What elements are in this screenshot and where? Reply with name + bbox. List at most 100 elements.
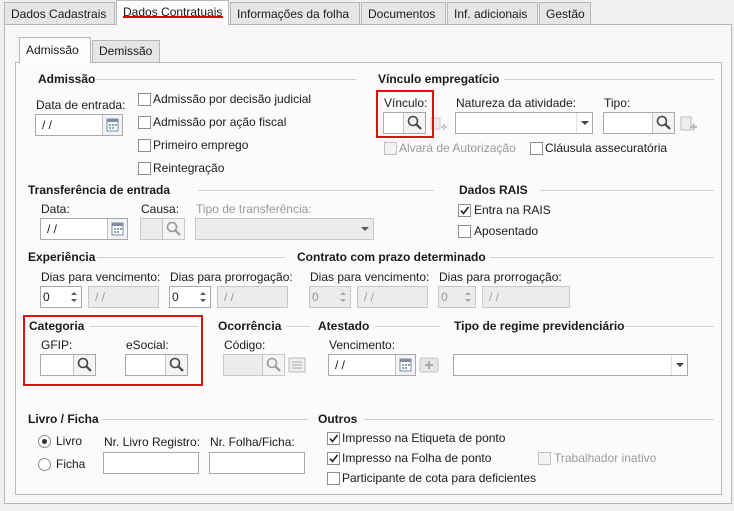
chevron-down-icon[interactable] [357, 219, 373, 239]
calendar-icon[interactable] [395, 355, 415, 375]
tipo-transferencia-label: Tipo de transferência: [196, 202, 312, 216]
vencimento-field[interactable]: / / [328, 354, 416, 376]
add-atestado-icon [419, 356, 439, 374]
tab-label: Dados Cadastrais [11, 7, 107, 21]
divider [198, 190, 434, 191]
impresso-folha-checkbox[interactable] [327, 452, 340, 465]
tipo-transferencia-select[interactable] [195, 218, 374, 240]
highlight-box-categoria [23, 315, 203, 386]
reintegracao-checkbox[interactable] [138, 162, 151, 175]
divider [96, 79, 356, 80]
exp-dias-vencimento-label: Dias para vencimento: [41, 270, 161, 284]
codigo-field[interactable] [223, 354, 285, 376]
alvara-checkbox[interactable] [384, 142, 397, 155]
divider [540, 190, 714, 191]
decisao-judicial-label: Admissão por decisão judicial [153, 92, 312, 106]
section-admissao-title: Admissão [38, 72, 96, 86]
vencimento-value: / / [335, 358, 346, 372]
nr-livro-field[interactable] [103, 452, 199, 474]
contrato-dias-vencimento-label: Dias para vencimento: [310, 270, 430, 284]
search-icon[interactable] [652, 113, 674, 133]
tab-label: Informações da folha [237, 7, 350, 21]
aposentado-label: Aposentado [474, 224, 539, 238]
causa-field[interactable] [140, 218, 185, 240]
ficha-label: Ficha [56, 457, 86, 471]
calendar-icon[interactable] [107, 219, 127, 239]
tipo-field[interactable] [603, 112, 675, 134]
subtab-demissao[interactable]: Demissão [92, 40, 160, 62]
exp-dias-prorrogacao-stepper[interactable]: 0 [169, 286, 211, 308]
contrato-dias-vencimento-stepper[interactable]: 0 [309, 286, 351, 308]
tab-dados-cadastrais[interactable]: Dados Cadastrais [4, 2, 115, 24]
impresso-etiqueta-checkbox[interactable] [327, 432, 340, 445]
tipo-label: Tipo: [604, 96, 631, 110]
trabalhador-inativo-checkbox[interactable] [538, 452, 551, 465]
reintegracao-label: Reintegração [153, 161, 225, 175]
contrato-vencimento-date-value: / / [364, 290, 375, 304]
section-rais-title: Dados RAIS [459, 183, 528, 197]
data-entrada-label: Data de entrada: [36, 98, 126, 112]
divider [375, 326, 440, 327]
section-outros-title: Outros [318, 412, 358, 426]
transferencia-data-value: / / [47, 222, 58, 236]
decisao-judicial-checkbox[interactable] [138, 93, 151, 106]
exp-vencimento-date-value: / / [95, 290, 106, 304]
divider [504, 79, 714, 80]
divider [286, 326, 310, 327]
contrato-dias-prorrogacao-value: 0 [441, 290, 448, 304]
spin-icon[interactable] [461, 287, 475, 307]
ficha-radio[interactable] [38, 458, 51, 471]
section-experiencia-title: Experiência [28, 250, 96, 264]
tab-label: Gestão [546, 7, 585, 21]
tab-inf-adicionais[interactable]: Inf. adicionais [447, 2, 538, 24]
livro-radio[interactable] [38, 435, 51, 448]
primeiro-emprego-checkbox[interactable] [138, 139, 151, 152]
exp-vencimento-date: / / [88, 286, 159, 308]
divider [624, 326, 714, 327]
contrato-prorrogacao-date-value: / / [489, 290, 500, 304]
chevron-down-icon[interactable] [576, 113, 592, 133]
search-icon[interactable] [162, 219, 184, 239]
contrato-dias-prorrogacao-stepper[interactable]: 0 [438, 286, 476, 308]
clausula-label: Cláusula assecuratória [545, 141, 668, 155]
section-contrato-title: Contrato com prazo determinado [297, 250, 486, 264]
regime-select[interactable] [453, 354, 688, 376]
participante-cota-checkbox[interactable] [327, 472, 340, 485]
primeiro-emprego-label: Primeiro emprego [153, 138, 249, 152]
acao-fiscal-checkbox[interactable] [138, 116, 151, 129]
exp-dias-vencimento-stepper[interactable]: 0 [40, 286, 82, 308]
divider [102, 419, 308, 420]
highlight-box-vinculo [376, 90, 434, 138]
tab-dados-contratuais[interactable]: Dados Contratuais [116, 0, 229, 25]
tab-informacoes-folha[interactable]: Informações da folha [230, 2, 360, 24]
calendar-icon[interactable] [102, 115, 122, 135]
chevron-down-icon[interactable] [671, 355, 687, 375]
aposentado-checkbox[interactable] [458, 225, 471, 238]
nr-folha-field[interactable] [209, 452, 305, 474]
tab-documentos[interactable]: Documentos [361, 2, 446, 24]
divider [97, 257, 285, 258]
spin-icon[interactable] [196, 287, 210, 307]
transferencia-data-field[interactable]: / / [40, 218, 128, 240]
entra-rais-checkbox[interactable] [458, 204, 471, 217]
codigo-label: Código: [224, 338, 266, 352]
entra-rais-label: Entra na RAIS [474, 203, 551, 217]
search-icon[interactable] [262, 355, 284, 375]
causa-label: Causa: [141, 202, 180, 216]
section-livro-title: Livro / Ficha [28, 412, 99, 426]
spin-icon[interactable] [67, 287, 81, 307]
acao-fiscal-label: Admissão por ação fiscal [153, 115, 287, 129]
impresso-folha-label: Impresso na Folha de ponto [342, 451, 492, 465]
contrato-dias-vencimento-value: 0 [312, 290, 319, 304]
contrato-dias-prorrogacao-label: Dias para prorrogação: [439, 270, 562, 284]
clausula-checkbox[interactable] [530, 142, 543, 155]
tab-gestao[interactable]: Gestão [539, 2, 591, 24]
subtab-admissao[interactable]: Admissão [19, 37, 91, 63]
divider [364, 419, 714, 420]
section-ocorrencia-title: Ocorrência [218, 319, 282, 333]
natureza-atividade-select[interactable] [455, 112, 593, 134]
section-regime-title: Tipo de regime previdenciário [454, 319, 625, 333]
spin-icon[interactable] [336, 287, 350, 307]
data-entrada-field[interactable]: / / [35, 114, 123, 136]
tab-label: Documentos [368, 7, 436, 21]
